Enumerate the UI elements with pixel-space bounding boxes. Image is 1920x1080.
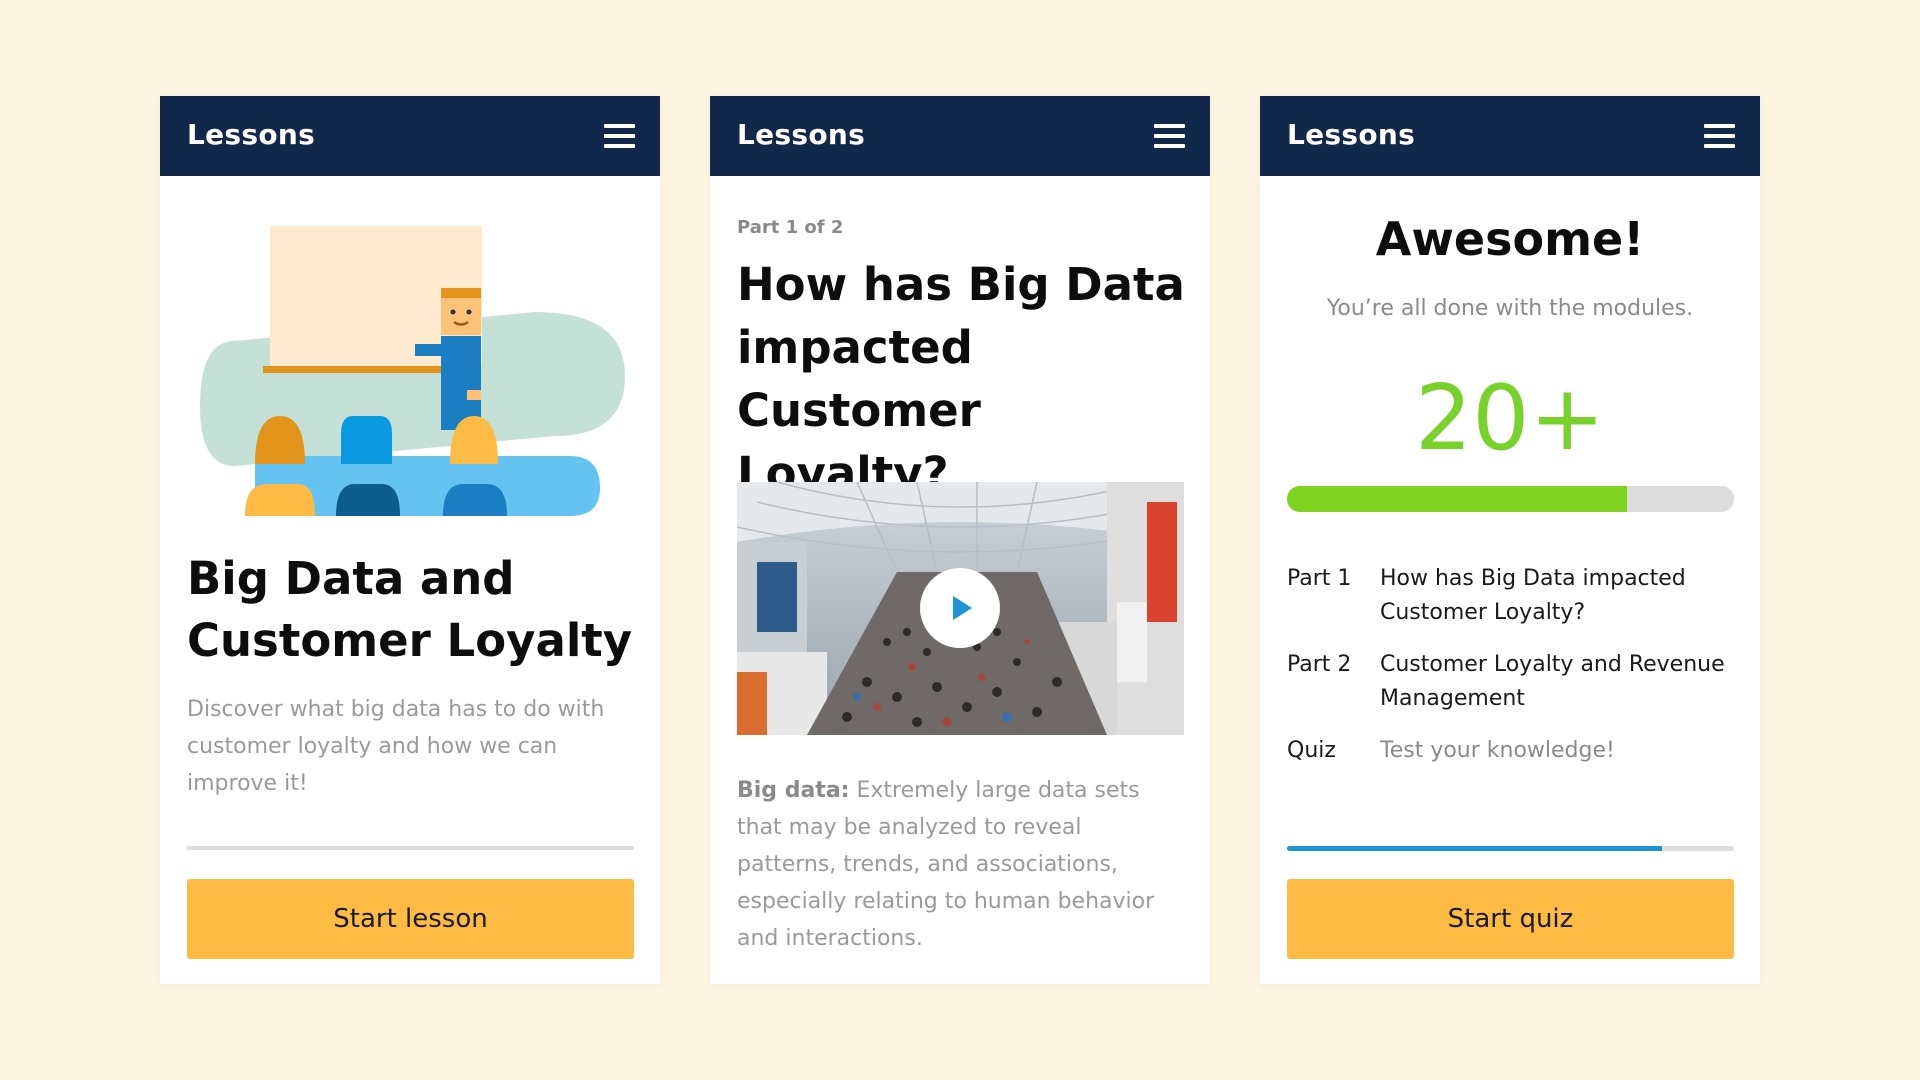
part-key: Part 2 bbox=[1287, 652, 1352, 677]
start-lesson-button[interactable]: Start lesson bbox=[187, 879, 634, 959]
part-title: Customer Loyalty and Revenue Management bbox=[1380, 652, 1725, 711]
completion-title: Awesome! bbox=[1375, 212, 1645, 266]
video-player[interactable] bbox=[737, 482, 1184, 735]
part-title: How has Big Data impacted Customer Loyal… bbox=[1380, 566, 1686, 625]
part-key: Quiz bbox=[1287, 738, 1336, 763]
hamburger-menu-icon[interactable] bbox=[1704, 124, 1735, 148]
play-button[interactable] bbox=[920, 568, 1000, 648]
lesson-intro-card: Lessons Big Data and Customer Loyalty Di… bbox=[160, 96, 660, 984]
hamburger-menu-icon[interactable] bbox=[1154, 124, 1185, 148]
definition: Big data: Extremely large data sets that… bbox=[737, 772, 1187, 957]
part-title: Test your knowledge! bbox=[1380, 738, 1615, 763]
lesson-title: Big Data and Customer Loyalty bbox=[187, 552, 633, 667]
score-progress-bar bbox=[1287, 486, 1734, 512]
list-item[interactable]: Part 1 How has Big Data impacted Custome… bbox=[1287, 562, 1737, 630]
part-key: Part 1 bbox=[1287, 566, 1352, 591]
play-icon bbox=[953, 596, 972, 620]
completion-subtitle: You’re all done with the modules. bbox=[1326, 296, 1694, 321]
parts-list: Part 1 How has Big Data impacted Custome… bbox=[1287, 562, 1737, 786]
score-value: 20+ bbox=[1415, 366, 1605, 471]
part-indicator: Part 1 of 2 bbox=[737, 217, 844, 238]
divider bbox=[187, 846, 634, 850]
list-item[interactable]: Part 2 Customer Loyalty and Revenue Mana… bbox=[1287, 648, 1737, 716]
top-bar: Lessons bbox=[710, 96, 1210, 176]
app-title: Lessons bbox=[737, 118, 866, 151]
part-title: How has Big Data impacted Customer Loyal… bbox=[737, 258, 1185, 500]
teacher-classroom-illustration bbox=[200, 226, 625, 516]
app-title: Lessons bbox=[187, 118, 316, 151]
hamburger-menu-icon[interactable] bbox=[604, 124, 635, 148]
score-progress-fill bbox=[1287, 486, 1627, 512]
top-bar: Lessons bbox=[1260, 96, 1760, 176]
start-quiz-button[interactable]: Start quiz bbox=[1287, 879, 1734, 959]
lesson-progress-fill bbox=[1287, 846, 1663, 851]
list-item[interactable]: Quiz Test your knowledge! bbox=[1287, 734, 1737, 768]
lesson-description: Discover what big data has to do with cu… bbox=[187, 697, 605, 796]
completion-card: Lessons Awesome! You’re all done with th… bbox=[1260, 96, 1760, 984]
definition-text: Extremely large data sets that may be an… bbox=[737, 778, 1155, 951]
lesson-part-card: Lessons Part 1 of 2 How has Big Data imp… bbox=[710, 96, 1210, 984]
lesson-progress-bar bbox=[1287, 846, 1734, 851]
app-title: Lessons bbox=[1287, 118, 1416, 151]
top-bar: Lessons bbox=[160, 96, 660, 176]
definition-term: Big data: bbox=[737, 778, 850, 803]
